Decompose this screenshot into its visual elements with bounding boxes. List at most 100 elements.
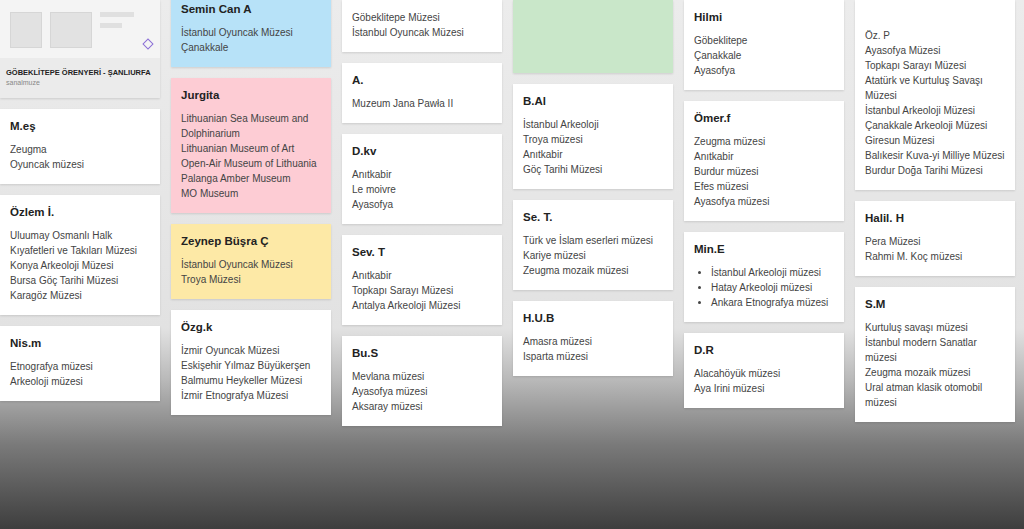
note-post[interactable]: Özg.k İzmir Oyuncak MüzesiEskişehir Yılma… bbox=[171, 310, 331, 415]
post-line: İstanbul modern Sanatlar müzesi bbox=[865, 335, 1005, 365]
note-post[interactable]: Hilmi GöbeklitepeÇanakkaleAyasofya bbox=[684, 0, 844, 90]
post-column: Öz. PAyasofya MüzesiTopkapı Sarayı Müzes… bbox=[855, 0, 1015, 422]
post-body: İzmir Oyuncak MüzesiEskişehir Yılmaz Büy… bbox=[181, 343, 321, 403]
post-body: Lithuanian Sea Museum and DolphinariumLi… bbox=[181, 111, 321, 201]
note-post[interactable]: Sev. TAnıtkabirTopkapı Sarayı MüzesiAnta… bbox=[342, 235, 502, 325]
post-line: Aya Irini müzesi bbox=[694, 381, 834, 396]
post-line: İstanbul Arkeoloji bbox=[523, 117, 663, 132]
post-body: Uluumay Osmanlı Halk Kıyafetleri ve Takı… bbox=[10, 228, 150, 303]
post-line: İstanbul Oyuncak Müzesi bbox=[181, 25, 321, 40]
post-line: Anıtkabir bbox=[523, 147, 663, 162]
post-body: Alacahöyük müzesiAya Irini müzesi bbox=[694, 366, 834, 396]
note-post[interactable]: D.RAlacahöyük müzesiAya Irini müzesi bbox=[684, 333, 844, 408]
post-body: Pera MüzesiRahmi M. Koç müzesi bbox=[865, 234, 1005, 264]
empty-post bbox=[523, 10, 663, 61]
link-source: sanalmuze bbox=[6, 78, 154, 88]
post-line: Ayasofya müzesi bbox=[352, 384, 492, 399]
note-post[interactable]: Semin Can Aİstanbul Oyuncak MüzesiÇanakk… bbox=[171, 0, 331, 67]
note-post[interactable]: H.U.B Amasra müzesiIsparta müzesi bbox=[513, 301, 673, 376]
post-body: Türk ve İslam eserleri müzesiKariye müze… bbox=[523, 233, 663, 278]
post-line: Eskişehir Yılmaz Büyükerşen bbox=[181, 358, 321, 373]
post-column: Semin Can Aİstanbul Oyuncak MüzesiÇanakk… bbox=[171, 0, 331, 415]
post-line: Aksaray müzesi bbox=[352, 399, 492, 414]
note-post[interactable]: Min.E İstanbul Arkeoloji müzesiHatay Arke… bbox=[684, 232, 844, 322]
post-line: İstanbul Oyuncak Müzesi bbox=[181, 257, 321, 272]
post-line: Antalya Arkeoloji Müzesi bbox=[352, 298, 492, 313]
post-line: Giresun Müzesi bbox=[865, 133, 1005, 148]
post-line: MO Museum bbox=[181, 186, 321, 201]
post-line: Open-Air Museum of Lithuania bbox=[181, 156, 321, 171]
post-line: Kariye müzesi bbox=[523, 248, 663, 263]
post-line: Zeugma müzesi bbox=[694, 134, 834, 149]
post-author: Halil. H bbox=[865, 211, 1005, 226]
padlet-wall: GÖBEKLİTEPE ÖRENYERİ - ŞANLIURFAsanalmuz… bbox=[0, 0, 1024, 529]
post-author: Özg.k bbox=[181, 320, 321, 335]
post-body: Amasra müzesiIsparta müzesi bbox=[523, 334, 663, 364]
note-post[interactable]: Özlem İ.Uluumay Osmanlı Halk Kıyafetleri… bbox=[0, 195, 160, 315]
post-line: Troya Müzesi bbox=[181, 272, 321, 287]
post-line: Etnografya müzesi bbox=[10, 359, 150, 374]
post-line: Alacahöyük müzesi bbox=[694, 366, 834, 381]
post-columns: GÖBEKLİTEPE ÖRENYERİ - ŞANLIURFAsanalmuz… bbox=[0, 0, 1024, 426]
post-line: Çanakkale Arkeoloji Müzesi bbox=[865, 118, 1005, 133]
note-post[interactable]: D.kvAnıtkabirLe moivreAyasofya bbox=[342, 134, 502, 224]
post-author: M.eş bbox=[10, 119, 150, 134]
post-line: Rahmi M. Koç müzesi bbox=[865, 249, 1005, 264]
note-post[interactable]: M.eş ZeugmaOyuncak müzesi bbox=[0, 109, 160, 184]
post-line: Karagöz Müzesi bbox=[10, 288, 150, 303]
note-post[interactable]: S.MKurtuluş savaşı müzesiİstanbul modern… bbox=[855, 287, 1015, 422]
link-post[interactable]: GÖBEKLİTEPE ÖRENYERİ - ŞANLIURFAsanalmuz… bbox=[0, 0, 160, 98]
post-body: İstanbul Arkeoloji müzesiHatay Arkeoloji… bbox=[694, 265, 834, 310]
post-line: Çanakkale bbox=[694, 48, 834, 63]
note-post[interactable]: Göbeklitepe Müzesiİstanbul Oyuncak Müzes… bbox=[342, 0, 502, 52]
post-author: A. bbox=[352, 73, 492, 88]
post-line: Öz. P bbox=[865, 28, 1005, 43]
post-line: Ural atman klasik otomobil müzesi bbox=[865, 380, 1005, 410]
post-column: GÖBEKLİTEPE ÖRENYERİ - ŞANLIURFAsanalmuz… bbox=[0, 0, 160, 401]
note-post[interactable]: Halil. H Pera MüzesiRahmi M. Koç müzesi bbox=[855, 201, 1015, 276]
post-author: B.Al bbox=[523, 94, 663, 109]
note-post[interactable]: Jurgita Lithuanian Sea Museum and Dolphin… bbox=[171, 78, 331, 213]
note-post[interactable]: Nis.mEtnografya müzesiArkeoloji müzesi bbox=[0, 326, 160, 401]
post-line: Bursa Göç Tarihi Müzesi bbox=[10, 273, 150, 288]
post-line: Ankara Etnografya müzesi bbox=[711, 295, 834, 310]
post-body: Mevlana müzesiAyasofya müzesiAksaray müz… bbox=[352, 369, 492, 414]
post-body: İstanbul ArkeolojiTroya müzesiAnıtkabirG… bbox=[523, 117, 663, 177]
post-line: Ayasofya bbox=[352, 197, 492, 212]
post-column: Göbeklitepe Müzesiİstanbul Oyuncak Müzes… bbox=[342, 0, 502, 426]
post-line: Ayasofya Müzesi bbox=[865, 43, 1005, 58]
post-line: Efes müzesi bbox=[694, 179, 834, 194]
post-body: GöbeklitepeÇanakkaleAyasofya bbox=[694, 33, 834, 78]
note-post[interactable]: Ömer.fZeugma müzesiAnıtkabirBurdur müzes… bbox=[684, 101, 844, 221]
post-author: Jurgita bbox=[181, 88, 321, 103]
post-author: Min.E bbox=[694, 242, 834, 257]
post-line: Ayasofya bbox=[694, 63, 834, 78]
post-line: Balmumu Heykeller Müzesi bbox=[181, 373, 321, 388]
post-line: Çanakkale bbox=[181, 40, 321, 55]
post-line: Zeugma mozaik müzesi bbox=[523, 263, 663, 278]
note-post[interactable]: Zeynep Büşra Çİstanbul Oyuncak MüzesiTro… bbox=[171, 224, 331, 299]
note-post[interactable]: A. Muzeum Jana Pawła II bbox=[342, 63, 502, 123]
post-body: Göbeklitepe Müzesiİstanbul Oyuncak Müzes… bbox=[352, 10, 492, 40]
note-post[interactable]: B.Al İstanbul ArkeolojiTroya müzesiAnıtka… bbox=[513, 84, 673, 189]
post-body: İstanbul Oyuncak MüzesiÇanakkale bbox=[181, 25, 321, 55]
post-line: Isparta müzesi bbox=[523, 349, 663, 364]
post-line: İzmir Etnografya Müzesi bbox=[181, 388, 321, 403]
post-line: Arkeoloji müzesi bbox=[10, 374, 150, 389]
note-post[interactable]: Bu.S Mevlana müzesiAyasofya müzesiAksaray… bbox=[342, 336, 502, 426]
post-body: ZeugmaOyuncak müzesi bbox=[10, 142, 150, 172]
post-body: Etnografya müzesiArkeoloji müzesi bbox=[10, 359, 150, 389]
post-author: Hilmi bbox=[694, 10, 834, 25]
post-line: Balıkesir Kuva-yi Milliye Müzesi bbox=[865, 148, 1005, 163]
post-line: Muzeum Jana Pawła II bbox=[352, 96, 492, 111]
post-author: H.U.B bbox=[523, 311, 663, 326]
note-post[interactable]: Öz. PAyasofya MüzesiTopkapı Sarayı Müzes… bbox=[855, 0, 1015, 190]
note-post[interactable] bbox=[513, 0, 673, 73]
post-author: Bu.S bbox=[352, 346, 492, 361]
post-column: Hilmi GöbeklitepeÇanakkaleAyasofya Ömer.f Z… bbox=[684, 0, 844, 408]
post-author: Ömer.f bbox=[694, 111, 834, 126]
post-line: Lithuanian Museum of Art bbox=[181, 141, 321, 156]
post-line: Oyuncak müzesi bbox=[10, 157, 150, 172]
post-author: Sev. T bbox=[352, 245, 492, 260]
note-post[interactable]: Se. T.Türk ve İslam eserleri müzesiKariy… bbox=[513, 200, 673, 290]
